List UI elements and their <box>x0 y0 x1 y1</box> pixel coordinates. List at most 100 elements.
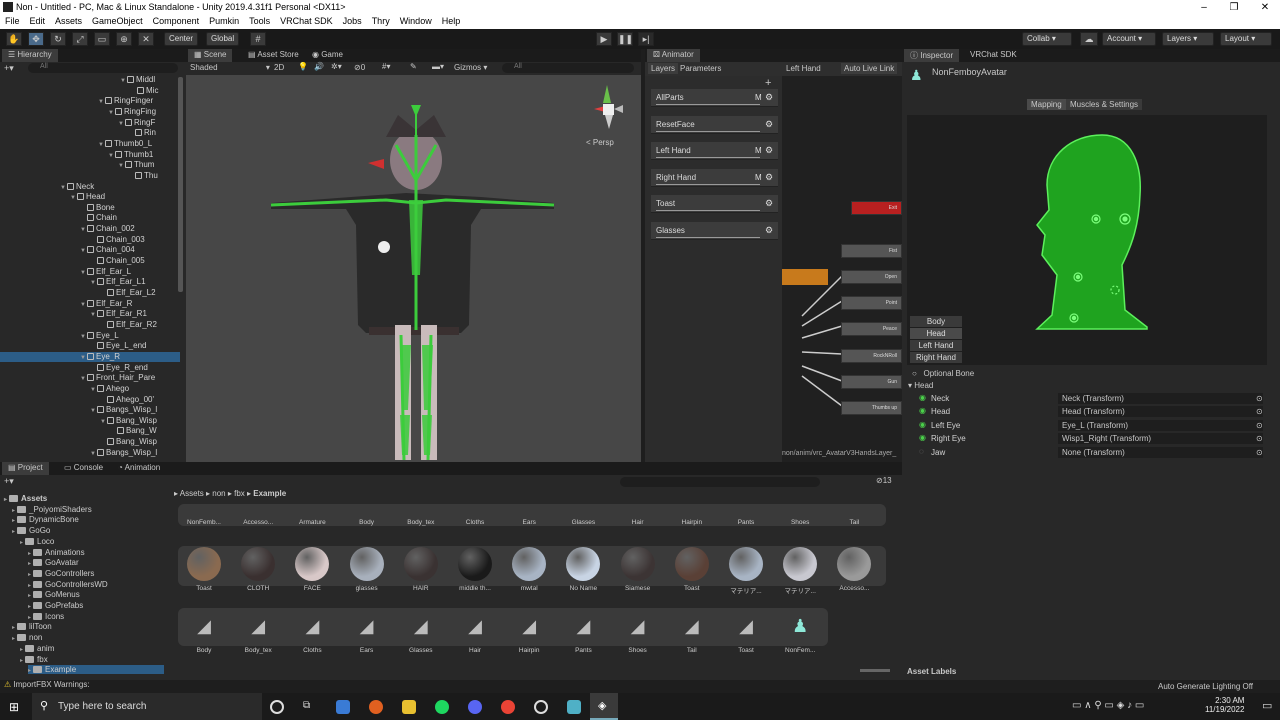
transform-tool-icon[interactable]: ⊕ <box>116 32 132 46</box>
project-folder[interactable]: ▸ Assets <box>4 494 47 503</box>
hierarchy-row[interactable]: ▼ Middl <box>0 75 180 86</box>
animator-state[interactable]: RockNRoll <box>841 349 902 363</box>
hierarchy-row[interactable]: Elf_Ear_R2 <box>0 320 180 331</box>
layers-tab[interactable]: Layers <box>648 63 679 74</box>
hierarchy-row[interactable]: ▼ Elf_Ear_R <box>0 299 180 310</box>
animator-state[interactable]: Point <box>841 296 902 310</box>
effects-icon[interactable]: ✲▾ <box>331 62 342 71</box>
animator-breadcrumb[interactable]: Left Hand <box>786 64 821 73</box>
gear-icon[interactable]: ⚙ <box>765 198 773 209</box>
hierarchy-row[interactable]: Chain <box>0 213 180 224</box>
hierarchy-row[interactable]: ▼ Eye_R <box>0 351 180 363</box>
breadcrumb-assets[interactable]: Assets <box>180 489 204 498</box>
menu-item-jobs[interactable]: Jobs <box>338 15 367 29</box>
animator-state[interactable]: Open <box>841 270 902 284</box>
hand-tool-icon[interactable]: ✋ <box>6 32 22 46</box>
pivot-center-button[interactable]: Center <box>164 32 199 46</box>
muscles-settings-tab[interactable]: Muscles & Settings <box>1066 99 1143 110</box>
hierarchy-row[interactable]: Eye_L_end <box>0 341 180 352</box>
gear-icon[interactable]: ⚙ <box>765 92 773 103</box>
bone-transform-field[interactable]: Eye_L (Transform) ⊙ <box>1058 419 1263 431</box>
project-folder[interactable]: ▸ GoPrefabs <box>28 601 83 610</box>
foldout-arrow-icon[interactable]: ▼ <box>120 78 127 84</box>
menu-item-help[interactable]: Help <box>437 15 466 29</box>
animator-layer-allparts[interactable]: AllParts M ⚙ <box>651 89 778 107</box>
body-part-button-left-hand[interactable]: Left Hand <box>910 340 962 351</box>
hierarchy-row[interactable]: ▼ RingFing <box>0 107 180 118</box>
asset-item[interactable]: ◢ Body_tex <box>232 609 284 654</box>
chrome-icon[interactable] <box>501 700 515 714</box>
body-part-button-right-hand[interactable]: Right Hand <box>910 352 962 363</box>
asset-item[interactable]: ◢ Tail <box>666 609 718 654</box>
task-view-icon[interactable]: ⧉ <box>303 700 317 714</box>
head-section-foldout[interactable]: ▾ Head <box>908 381 933 390</box>
hierarchy-row[interactable]: ▼ Neck <box>0 182 180 193</box>
hierarchy-row[interactable]: ▼ Thumb1 <box>0 150 180 161</box>
taskbar-search-box[interactable]: ⚲ Type here to search <box>32 693 262 720</box>
notifications-icon[interactable]: ▭ <box>1262 699 1272 712</box>
camera-icon[interactable]: ▬▾ <box>432 62 444 71</box>
layers-dropdown[interactable]: Layers ▾ <box>1162 32 1214 46</box>
hierarchy-row[interactable]: Rin <box>0 128 180 139</box>
project-folder[interactable]: ▸ _PoiyomiShaders <box>12 505 92 514</box>
taskbar-clock[interactable]: 2:30 AM 11/19/2022 <box>1205 696 1244 714</box>
bone-transform-field[interactable]: Wisp1_Right (Transform) ⊙ <box>1058 433 1263 445</box>
folder-arrow-icon[interactable]: ▸ <box>12 529 15 535</box>
rotate-tool-icon[interactable]: ↻ <box>50 32 66 46</box>
object-picker-icon[interactable]: ⊙ <box>1256 447 1263 458</box>
gear-icon[interactable]: ⚙ <box>765 145 773 156</box>
gizmos-dropdown[interactable]: Gizmos ▾ <box>454 63 487 72</box>
folder-arrow-icon[interactable]: ▸ <box>12 518 15 524</box>
menu-item-tools[interactable]: Tools <box>244 15 275 29</box>
foldout-arrow-icon[interactable]: ▼ <box>98 142 105 148</box>
collab-button[interactable]: Collab ▾ <box>1022 32 1072 46</box>
project-folder[interactable]: ▸ GoControllersWD <box>28 580 108 589</box>
asset-item[interactable]: Toast <box>666 547 718 592</box>
auto-live-link-toggle[interactable]: Auto Live Link <box>841 63 898 74</box>
object-picker-icon[interactable]: ⊙ <box>1256 406 1263 417</box>
project-folder[interactable]: ▸ GoMenus <box>28 590 80 599</box>
foldout-arrow-icon[interactable]: ▼ <box>118 163 125 169</box>
file-explorer-icon[interactable] <box>402 700 416 714</box>
hierarchy-row[interactable]: ▼ Front_Hair_Pare <box>0 373 180 384</box>
project-folder[interactable]: ▸ GoAvatar <box>28 558 79 567</box>
foldout-arrow-icon[interactable]: ▼ <box>60 185 67 191</box>
asset-item[interactable]: ◢ Glasses <box>395 609 447 654</box>
asset-item[interactable]: Body <box>341 505 393 526</box>
hierarchy-row[interactable]: Thu <box>0 171 180 182</box>
animator-state[interactable]: Thumbs up <box>841 401 902 415</box>
animator-state[interactable]: Exit <box>851 201 902 215</box>
asset-item[interactable]: Siamese <box>612 547 664 592</box>
folder-arrow-icon[interactable]: ▸ <box>12 636 15 642</box>
hierarchy-row[interactable]: ▼ Head <box>0 192 180 203</box>
asset-item[interactable]: CLOTH <box>232 547 284 592</box>
project-folder[interactable]: ▸ anim <box>20 644 54 653</box>
menu-item-edit[interactable]: Edit <box>25 15 51 29</box>
hierarchy-row[interactable]: ▼ Elf_Ear_R1 <box>0 309 180 320</box>
hierarchy-row[interactable]: Bang_W <box>0 426 180 437</box>
asset-item[interactable]: Glasses <box>557 505 609 526</box>
snap-icon[interactable]: # <box>250 32 266 46</box>
tab-animator[interactable]: ⚄ Animator <box>647 49 700 62</box>
lighting-icon[interactable]: 💡 <box>298 62 308 71</box>
body-part-button-head[interactable]: Head <box>910 328 962 339</box>
asset-item[interactable]: Hairpin <box>666 505 718 526</box>
scale-tool-icon[interactable]: ⤢ <box>72 32 88 46</box>
custom-tool-icon[interactable]: ✕ <box>138 32 154 46</box>
foldout-arrow-icon[interactable]: ▼ <box>118 121 125 127</box>
foldout-arrow-icon[interactable]: ▼ <box>80 376 87 382</box>
hierarchy-row[interactable]: ▼ Elf_Ear_L1 <box>0 277 180 288</box>
bone-transform-field[interactable]: Neck (Transform) ⊙ <box>1058 393 1263 404</box>
zoom-slider[interactable] <box>860 669 890 672</box>
breadcrumb-example[interactable]: Example <box>253 489 286 498</box>
asset-item[interactable]: ◢ Toast <box>720 609 772 654</box>
project-folder[interactable]: ▸ lilToon <box>12 622 52 631</box>
hierarchy-row[interactable]: Eye_R_end <box>0 363 180 374</box>
hierarchy-row[interactable]: Chain_005 <box>0 256 180 267</box>
global-button[interactable]: Global <box>206 32 240 46</box>
asset-item[interactable]: HAIR <box>395 547 447 592</box>
foldout-arrow-icon[interactable]: ▼ <box>80 227 87 233</box>
hierarchy-row[interactable]: ▼ Bangs_Wisp_l <box>0 405 180 416</box>
asset-item[interactable]: Pants <box>720 505 772 526</box>
project-folder[interactable]: ▸ GoControllers <box>28 569 94 578</box>
